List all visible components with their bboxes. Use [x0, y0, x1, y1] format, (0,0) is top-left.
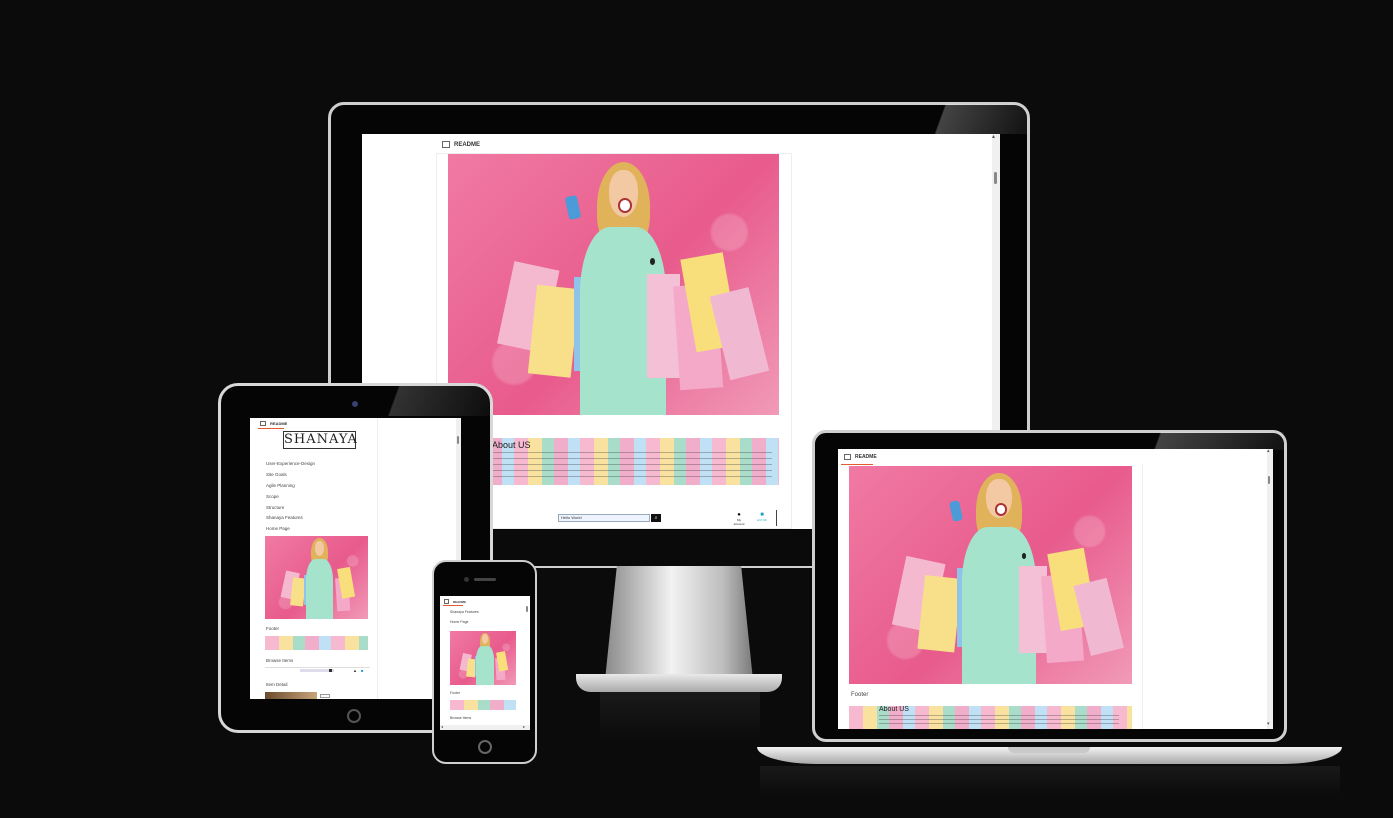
- about-title: About US: [492, 440, 531, 450]
- scroll-right-icon[interactable]: ▸: [523, 725, 525, 729]
- search-button[interactable]: ⌕: [651, 514, 661, 522]
- hero-image: [448, 154, 779, 415]
- readme-tab-label: README: [270, 421, 288, 426]
- about-text: [492, 452, 772, 480]
- page-scrollbar-thumb[interactable]: [994, 172, 997, 184]
- toc-item[interactable]: Structure: [266, 505, 284, 510]
- book-icon: [844, 454, 851, 460]
- item-detail-button: [320, 694, 330, 698]
- book-icon: [444, 599, 449, 604]
- scrollbar-inner: [776, 510, 777, 526]
- item-detail-image: [265, 692, 317, 699]
- monitor-stand: [605, 566, 753, 680]
- laptop-screen: README Footer About US ▴ ▾: [838, 449, 1273, 729]
- scroll-up-icon[interactable]: ▴: [992, 134, 995, 140]
- readme-tab[interactable]: README: [442, 141, 480, 148]
- readme-tab[interactable]: README: [844, 454, 877, 460]
- scroll-down-icon[interactable]: ▾: [1267, 722, 1270, 727]
- tablet-home-button: [347, 709, 361, 723]
- about-banner: About US: [448, 438, 779, 485]
- cart-total: £17.00: [757, 518, 767, 522]
- readme-tab-label: README: [453, 599, 467, 604]
- readme-tab[interactable]: README: [444, 599, 466, 604]
- laptop-notch: [1008, 747, 1090, 753]
- readme-tab-label: README: [454, 141, 481, 148]
- phone-home-button: [478, 740, 492, 754]
- about-title: About US: [879, 706, 909, 713]
- my-account-link[interactable]: ● My Account: [732, 512, 746, 526]
- about-banner: About US: [849, 706, 1132, 729]
- book-icon: [260, 421, 266, 426]
- tablet-glare: [330, 386, 490, 416]
- home-page-image: [265, 536, 368, 619]
- toc-item[interactable]: Shanaya Features: [266, 515, 303, 520]
- readme-tab-label: README: [855, 454, 877, 460]
- monitor-glare: [905, 104, 1028, 134]
- phone-scrollbar-thumb[interactable]: [526, 606, 528, 612]
- toc-item[interactable]: Home Page: [266, 526, 290, 531]
- phone-screen: README Shanaya Features Home Page Footer…: [440, 596, 530, 730]
- page-scrollbar-thumb[interactable]: [1268, 476, 1270, 484]
- toc-item[interactable]: Home Page: [450, 620, 468, 624]
- footer-label: Footer: [851, 692, 869, 698]
- toc-item[interactable]: Shanaya Features: [450, 610, 479, 614]
- hero-image: [849, 466, 1132, 684]
- footer-label: Footer: [266, 626, 280, 631]
- my-account-label: My Account: [733, 518, 745, 526]
- about-text: [879, 715, 1119, 727]
- browse-label: Browse Items: [266, 658, 294, 663]
- phone-speaker: [474, 578, 496, 581]
- laptop-glare: [1104, 432, 1284, 450]
- tablet-scrollbar-thumb[interactable]: [457, 436, 459, 444]
- monitor-foot: [576, 674, 782, 692]
- browse-preview: ▲ ■: [265, 667, 370, 674]
- toc-item[interactable]: Site Goals: [266, 472, 287, 477]
- footer-image: [265, 636, 368, 650]
- book-icon: [442, 141, 450, 148]
- home-page-image: [450, 631, 516, 685]
- cart-link[interactable]: ■ £17.00: [754, 512, 770, 522]
- footer-label: Footer: [450, 691, 461, 695]
- search-input[interactable]: Hello World: [558, 514, 650, 522]
- readme-tab[interactable]: README: [260, 421, 287, 426]
- toc-item[interactable]: Agile Planning: [266, 483, 295, 488]
- readme-tab-underline: [258, 428, 284, 429]
- phone-camera: [464, 577, 469, 582]
- item-detail-label: Item Detail: [266, 682, 288, 687]
- tablet-screen: README SHANAYA User-Experience-Design Si…: [250, 418, 461, 699]
- browse-label: Browse Items: [450, 716, 472, 720]
- footer-image: [450, 700, 516, 710]
- toc-item[interactable]: User-Experience-Design: [266, 461, 315, 466]
- shanaya-logo: SHANAYA: [283, 431, 358, 449]
- scroll-left-icon[interactable]: ◂: [441, 725, 443, 729]
- panel-border: [377, 418, 378, 699]
- phone-hscrollbar[interactable]: [440, 725, 530, 730]
- page-scrollbar[interactable]: [1267, 449, 1273, 729]
- readme-tab-underline: [443, 605, 463, 606]
- laptop-reflection: [760, 766, 1340, 796]
- toc-item[interactable]: Scope: [266, 494, 279, 499]
- scroll-up-icon[interactable]: ▴: [1267, 449, 1270, 454]
- monitor-reflection: [600, 692, 760, 742]
